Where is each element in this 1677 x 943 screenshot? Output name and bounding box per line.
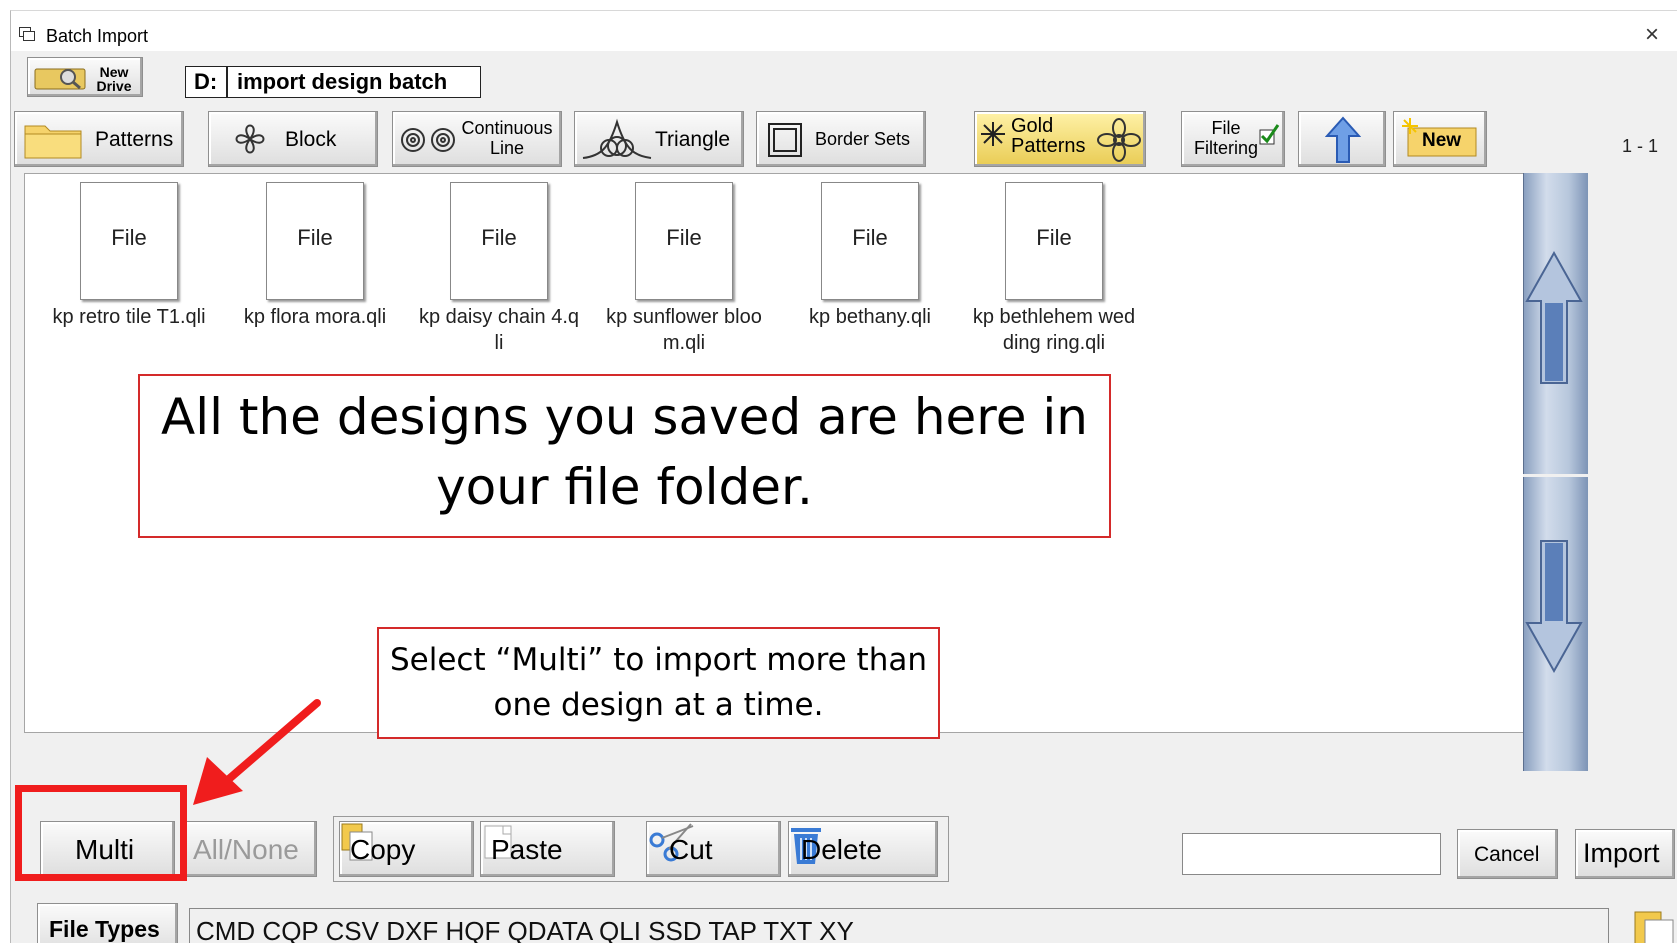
new-folder-button[interactable]: New xyxy=(1393,111,1487,167)
file-name: kp retro tile T1.qli xyxy=(52,306,206,328)
multi-hint-callout: Select “Multi” to import more than one d… xyxy=(377,627,940,739)
cancel-button[interactable]: Cancel xyxy=(1457,829,1558,879)
block-icon xyxy=(235,124,265,154)
import-label: Import xyxy=(1583,838,1660,868)
file-icon: File xyxy=(1005,182,1103,300)
close-button[interactable]: × xyxy=(1645,21,1659,49)
up-folder-button[interactable] xyxy=(1298,111,1386,167)
file-name: kp daisy chain 4.qli xyxy=(418,306,580,354)
title-bar: Batch Import × xyxy=(11,11,1677,51)
import-button[interactable]: Import xyxy=(1575,829,1675,879)
continuous-line-label: Continuous Line xyxy=(457,118,557,158)
file-types-button[interactable]: File Types xyxy=(37,903,178,943)
all-none-button[interactable]: All/None xyxy=(182,821,317,877)
copy-label: Copy xyxy=(350,834,416,865)
gold-patterns-label-1: Gold xyxy=(1011,115,1054,137)
new-folder-label: New xyxy=(1422,130,1462,151)
border-icon xyxy=(768,123,802,157)
border-sets-label: Border Sets xyxy=(815,129,911,149)
gold-patterns-label-2: Patterns xyxy=(1011,135,1086,157)
folder-icon xyxy=(24,125,82,159)
delete-label: Delete xyxy=(801,834,882,865)
file-icon: File xyxy=(450,182,548,300)
triangle-button[interactable]: Triangle xyxy=(574,111,744,167)
file-icon: File xyxy=(635,182,733,300)
window-icon xyxy=(19,27,35,41)
gold-patterns-label: Gold Patterns xyxy=(1011,116,1099,156)
file-name: kp sunflower bloom.qli xyxy=(606,306,762,354)
file-filtering-button[interactable]: File Filtering xyxy=(1181,111,1285,167)
page-count: 1 - 1 xyxy=(1622,136,1659,156)
patterns-button[interactable]: Patterns xyxy=(14,111,184,167)
copy-button[interactable]: Copy xyxy=(339,821,474,877)
paste-label: Paste xyxy=(491,834,563,865)
new-drive-label-line2: Drive xyxy=(96,78,132,94)
file-types-label: File Types xyxy=(49,916,160,942)
cancel-label: Cancel xyxy=(1474,843,1540,866)
red-arrow-icon xyxy=(193,699,321,805)
scroll-divider xyxy=(1523,474,1588,477)
up-arrow-icon xyxy=(1325,116,1361,163)
file-types-list[interactable]: CMD CQP CSV DXF HQF QDATA QLI SSD TAP TX… xyxy=(189,908,1609,943)
file-filtering-label: File Filtering xyxy=(1188,118,1264,158)
checkmark-icon xyxy=(1259,124,1280,145)
cut-button[interactable]: Cut xyxy=(646,821,781,877)
new-drive-label-line1: New xyxy=(99,64,129,80)
file-filtering-label-2: Filtering xyxy=(1193,138,1259,158)
file-filtering-label-1: File xyxy=(1211,118,1241,138)
continuous-line-label-2: Line xyxy=(489,138,525,158)
name-input[interactable] xyxy=(1182,833,1441,875)
file-item[interactable]: File kp bethlehem wedding ring.qli xyxy=(964,182,1144,356)
file-browser: File kp retro tile T1.qli File kp flora … xyxy=(24,173,1524,739)
drive-icon xyxy=(34,68,86,90)
block-button[interactable]: Block xyxy=(208,111,378,167)
file-item[interactable]: File kp flora mora.qli xyxy=(225,182,405,330)
window-title: Batch Import xyxy=(46,26,149,46)
file-item[interactable]: File kp daisy chain 4.qli xyxy=(409,182,589,356)
designs-callout: All the designs you saved are here in yo… xyxy=(138,374,1111,538)
continuous-line-button[interactable]: Continuous Line xyxy=(392,111,562,167)
file-name: kp flora mora.qli xyxy=(243,306,387,328)
scroll-down-arrow-icon[interactable] xyxy=(1521,481,1588,771)
continuous-line-label-1: Continuous xyxy=(461,118,553,138)
new-drive-label: New Drive xyxy=(88,65,140,93)
clipboard-icon[interactable] xyxy=(1629,904,1677,943)
border-sets-button[interactable]: Border Sets xyxy=(756,111,926,167)
drive-letter[interactable]: D: xyxy=(185,66,227,98)
star-icon xyxy=(981,122,1005,146)
spiral-icon xyxy=(401,128,455,152)
block-label: Block xyxy=(285,128,337,151)
triangle-label: Triangle xyxy=(655,128,731,151)
new-drive-button[interactable]: New Drive xyxy=(27,57,143,97)
paste-button[interactable]: Paste xyxy=(480,821,615,877)
delete-button[interactable]: Delete xyxy=(788,821,938,877)
all-none-label: All/None xyxy=(193,834,299,865)
file-item[interactable]: File kp sunflower bloom.qli xyxy=(594,182,774,356)
flower-icon xyxy=(1097,118,1141,162)
file-name: kp bethany.qli xyxy=(809,306,931,328)
file-icon: File xyxy=(821,182,919,300)
file-item[interactable]: File kp bethany.qli xyxy=(780,182,960,330)
file-icon: File xyxy=(266,182,364,300)
file-item[interactable]: File kp retro tile T1.qli xyxy=(39,182,219,330)
file-name: kp bethlehem wedding ring.qli xyxy=(972,306,1136,354)
file-icon: File xyxy=(80,182,178,300)
scroll-up-arrow-icon[interactable] xyxy=(1521,173,1588,473)
triangle-icon xyxy=(582,118,652,159)
multi-highlight-box xyxy=(15,785,187,881)
cut-label: Cut xyxy=(669,834,713,865)
gold-patterns-button[interactable]: Gold Patterns xyxy=(974,111,1146,167)
patterns-label: Patterns xyxy=(95,128,174,151)
folder-path[interactable]: import design batch xyxy=(227,66,481,98)
